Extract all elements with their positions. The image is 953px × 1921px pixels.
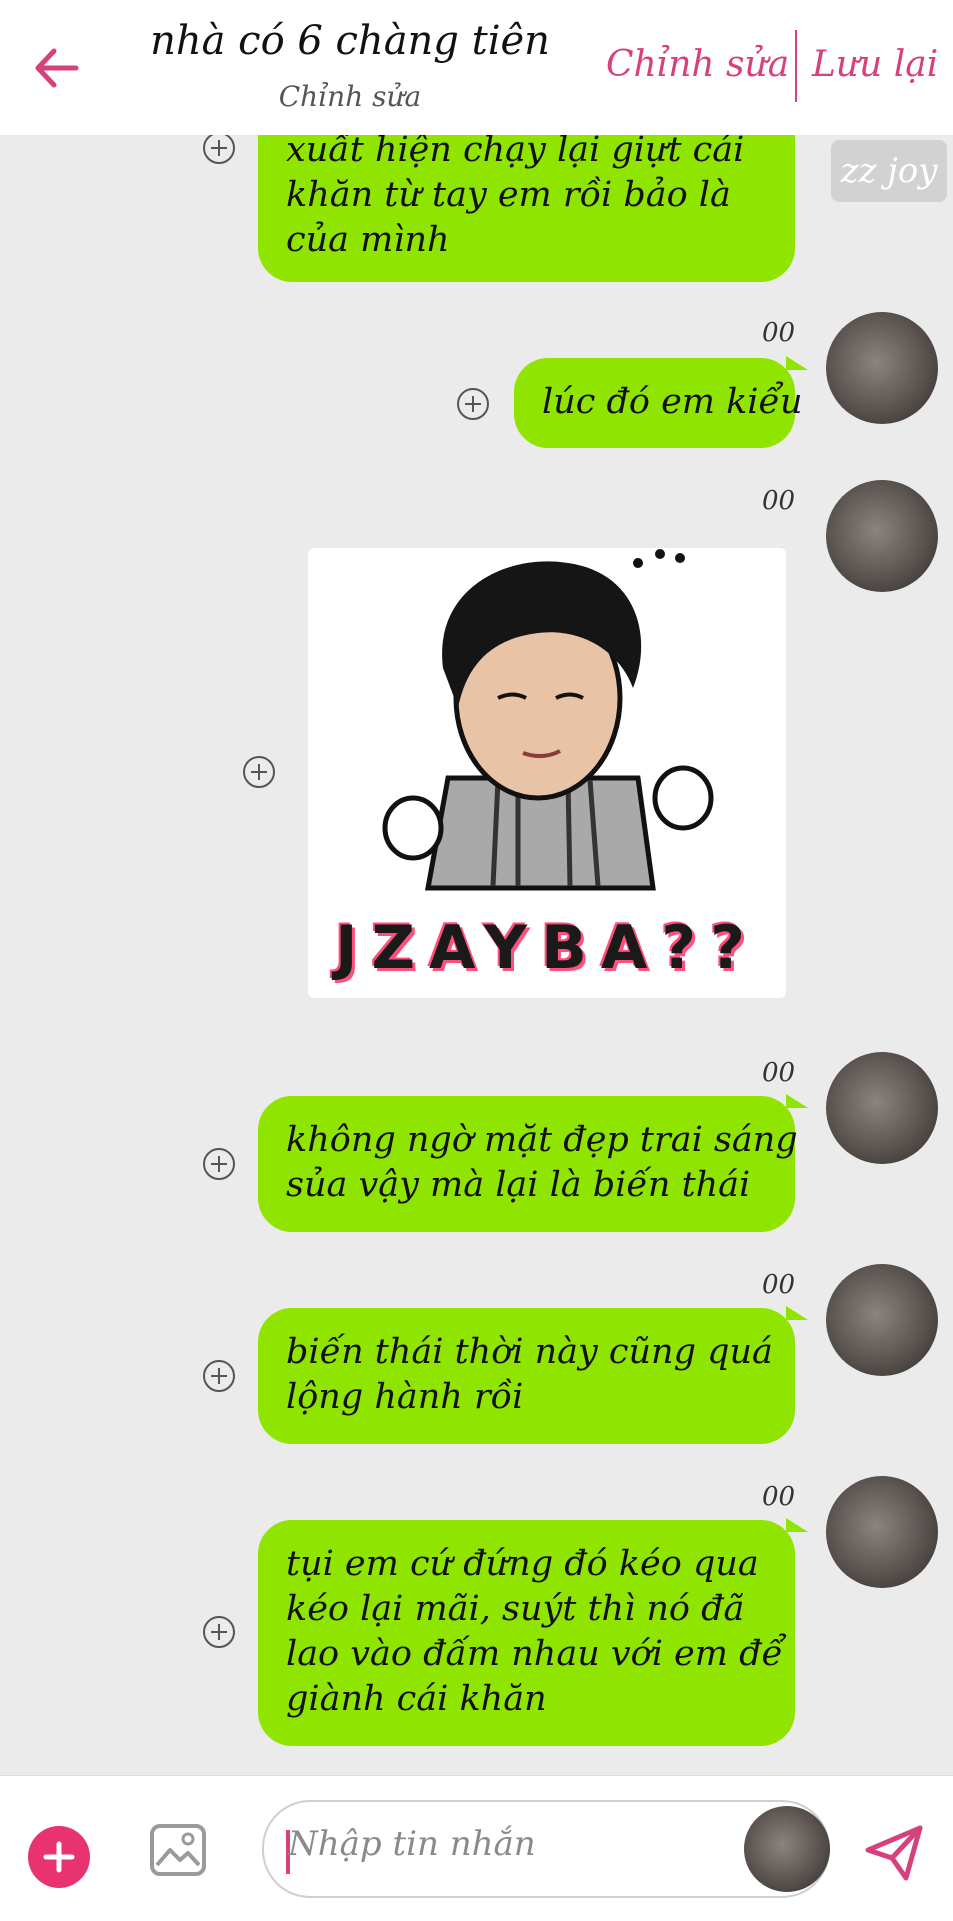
message-line: giành cái khăn xyxy=(286,1679,547,1719)
message-time: 00 xyxy=(762,1482,796,1512)
header: nhà có 6 chàng tiên Chỉnh sửa Chỉnh sửa … xyxy=(0,0,953,135)
avatar[interactable] xyxy=(826,1052,938,1164)
message-bubble[interactable]: không ngờ mặt đẹp trai sáng sủa vậy mà l… xyxy=(258,1096,798,1232)
bubble-tail xyxy=(786,356,808,370)
message-line: tụi em cứ đứng đó kéo qua xyxy=(286,1544,759,1584)
message-bubble[interactable]: tụi em cứ đứng đó kéo qua kéo lại mãi, s… xyxy=(258,1520,795,1746)
chat-subtitle: Chỉnh sửa xyxy=(278,80,422,113)
add-icon xyxy=(43,1841,75,1873)
add-reaction-icon[interactable] xyxy=(201,1358,237,1394)
message-time: 00 xyxy=(762,1058,796,1088)
message-bubble[interactable]: biến thái thời này cũng quá lộng hành rồ… xyxy=(258,1308,795,1444)
add-reaction-icon[interactable] xyxy=(201,1614,237,1650)
sticker-caption: JZAYBA?? xyxy=(335,913,759,983)
message-time: 00 xyxy=(762,1270,796,1300)
sticker-drawing xyxy=(382,549,714,891)
add-reaction-icon[interactable] xyxy=(201,1146,237,1182)
message-line: lao vào đấm nhau với em để xyxy=(286,1634,784,1674)
sender-name-tag: zz joy xyxy=(831,140,947,202)
add-reaction-icon[interactable] xyxy=(201,130,237,166)
message-time: 00 xyxy=(762,318,796,348)
message-line: sủa vậy mà lại là biến thái xyxy=(286,1165,751,1205)
message-input-placeholder: Nhập tin nhắn xyxy=(288,1824,536,1864)
message-line: biến thái thời này cũng quá xyxy=(286,1332,773,1372)
message-line: khăn từ tay em rồi bảo là xyxy=(286,175,731,215)
chat-area[interactable]: xuất hiện chạy lại giựt cái khăn từ tay … xyxy=(0,0,953,1775)
message-line: không ngờ mặt đẹp trai sáng xyxy=(286,1120,798,1160)
bubble-tail xyxy=(786,1094,808,1108)
avatar[interactable] xyxy=(826,312,938,424)
back-arrow-icon[interactable] xyxy=(28,38,88,98)
save-button[interactable]: Lưu lại xyxy=(812,44,938,85)
message-time: 00 xyxy=(762,486,796,516)
bubble-tail xyxy=(786,1518,808,1532)
message-line: lúc đó em kiểu xyxy=(542,382,803,422)
image-icon[interactable] xyxy=(148,1820,208,1880)
chat-title: nhà có 6 chàng tiên xyxy=(150,18,550,64)
send-icon[interactable] xyxy=(862,1820,926,1884)
avatar[interactable] xyxy=(826,1264,938,1376)
header-divider xyxy=(795,30,797,102)
add-reaction-icon[interactable] xyxy=(241,754,277,790)
message-line: kéo lại mãi, suýt thì nó đã xyxy=(286,1589,745,1629)
edit-button[interactable]: Chỉnh sửa xyxy=(606,44,789,85)
avatar[interactable] xyxy=(826,480,938,592)
sender-avatar-selector[interactable] xyxy=(744,1806,830,1892)
message-line: lộng hành rồi xyxy=(286,1377,524,1417)
add-reaction-icon[interactable] xyxy=(455,386,491,422)
message-input[interactable]: Nhập tin nhắn xyxy=(262,1800,830,1898)
message-bubble[interactable]: lúc đó em kiểu xyxy=(514,358,803,448)
composer-bar: Nhập tin nhắn xyxy=(0,1775,953,1921)
bubble-tail xyxy=(786,1306,808,1320)
avatar[interactable] xyxy=(826,1476,938,1588)
message-line: của mình xyxy=(286,220,450,260)
add-button[interactable] xyxy=(28,1826,90,1888)
sticker-image[interactable]: JZAYBA?? xyxy=(308,548,786,998)
